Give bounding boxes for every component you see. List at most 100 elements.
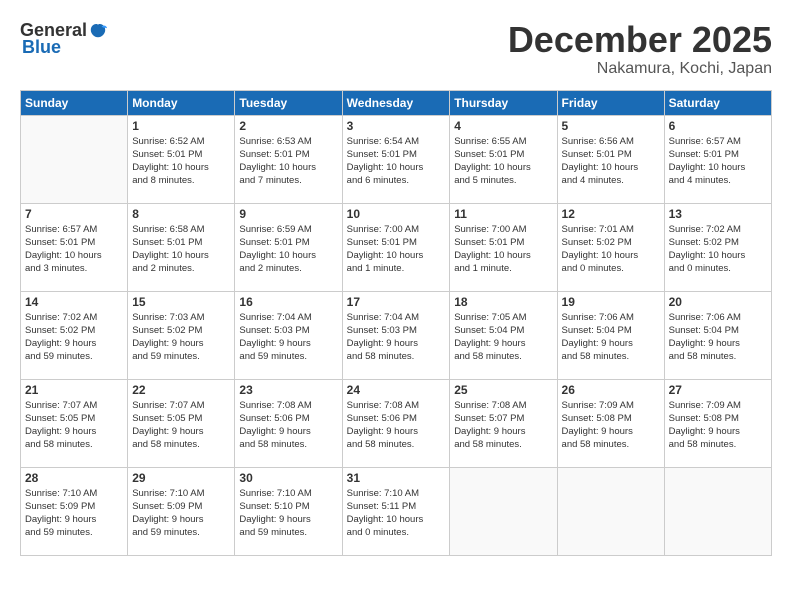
day-number: 5	[562, 119, 660, 133]
day-number: 23	[239, 383, 337, 397]
day-number: 24	[347, 383, 446, 397]
day-info: Sunrise: 6:59 AM Sunset: 5:01 PM Dayligh…	[239, 223, 337, 276]
week-row-3: 21 Sunrise: 7:07 AM Sunset: 5:05 PM Dayli…	[21, 379, 772, 467]
calendar-cell: 22Sunrise: 7:07 AM Sunset: 5:05 PM Dayli…	[128, 379, 235, 467]
day-info: Sunrise: 7:10 AM Sunset: 5:09 PM Dayligh…	[25, 487, 123, 540]
day-header-friday: Friday	[557, 90, 664, 115]
day-number: 14	[25, 295, 123, 309]
day-header-saturday: Saturday	[664, 90, 771, 115]
week-row-4: 28 Sunrise: 7:10 AM Sunset: 5:09 PM Dayli…	[21, 467, 772, 555]
day-info: Sunrise: 7:04 AM Sunset: 5:03 PM Dayligh…	[239, 311, 337, 364]
day-number: 18	[454, 295, 552, 309]
day-info: Sunrise: 7:02 AM Sunset: 5:02 PM Dayligh…	[25, 311, 123, 364]
day-number: 1	[132, 119, 230, 133]
calendar-cell: 20Sunrise: 7:06 AM Sunset: 5:04 PM Dayli…	[664, 291, 771, 379]
calendar-cell	[21, 115, 128, 203]
day-info: Sunrise: 7:07 AM Sunset: 5:05 PM Dayligh…	[25, 399, 123, 452]
day-number: 2	[239, 119, 337, 133]
day-info: Sunrise: 7:08 AM Sunset: 5:06 PM Dayligh…	[347, 399, 446, 452]
calendar-cell: 13Sunrise: 7:02 AM Sunset: 5:02 PM Dayli…	[664, 203, 771, 291]
calendar-cell: 10 Sunrise: 7:00 AM Sunset: 5:01 PM Dayli…	[342, 203, 450, 291]
day-info: Sunrise: 6:57 AM Sunset: 5:01 PM Dayligh…	[25, 223, 123, 276]
day-number: 6	[669, 119, 767, 133]
day-number: 15	[132, 295, 230, 309]
day-number: 20	[669, 295, 767, 309]
day-info: Sunrise: 7:01 AM Sunset: 5:02 PM Dayligh…	[562, 223, 660, 276]
calendar-cell: 6 Sunrise: 6:57 AM Sunset: 5:01 PM Daylig…	[664, 115, 771, 203]
calendar-cell: 31Sunrise: 7:10 AM Sunset: 5:11 PM Dayli…	[342, 467, 450, 555]
day-info: Sunrise: 6:52 AM Sunset: 5:01 PM Dayligh…	[132, 135, 230, 188]
day-number: 4	[454, 119, 552, 133]
day-info: Sunrise: 7:03 AM Sunset: 5:02 PM Dayligh…	[132, 311, 230, 364]
day-info: Sunrise: 7:00 AM Sunset: 5:01 PM Dayligh…	[454, 223, 552, 276]
calendar-cell: 7Sunrise: 6:57 AM Sunset: 5:01 PM Daylig…	[21, 203, 128, 291]
day-number: 30	[239, 471, 337, 485]
day-header-wednesday: Wednesday	[342, 90, 450, 115]
logo-bird-icon	[89, 22, 107, 40]
page: General Blue December 2025 Nakamura, Koc…	[0, 0, 792, 612]
week-row-1: 7Sunrise: 6:57 AM Sunset: 5:01 PM Daylig…	[21, 203, 772, 291]
day-number: 12	[562, 207, 660, 221]
calendar-cell: 12 Sunrise: 7:01 AM Sunset: 5:02 PM Dayli…	[557, 203, 664, 291]
calendar-cell: 17 Sunrise: 7:04 AM Sunset: 5:03 PM Dayli…	[342, 291, 450, 379]
week-row-2: 14 Sunrise: 7:02 AM Sunset: 5:02 PM Dayli…	[21, 291, 772, 379]
day-info: Sunrise: 6:56 AM Sunset: 5:01 PM Dayligh…	[562, 135, 660, 188]
day-header-sunday: Sunday	[21, 90, 128, 115]
day-number: 28	[25, 471, 123, 485]
day-number: 21	[25, 383, 123, 397]
calendar-cell: 25 Sunrise: 7:08 AM Sunset: 5:07 PM Dayli…	[450, 379, 557, 467]
calendar-cell: 21 Sunrise: 7:07 AM Sunset: 5:05 PM Dayli…	[21, 379, 128, 467]
day-header-tuesday: Tuesday	[235, 90, 342, 115]
calendar-cell: 19Sunrise: 7:06 AM Sunset: 5:04 PM Dayli…	[557, 291, 664, 379]
calendar-cell: 15 Sunrise: 7:03 AM Sunset: 5:02 PM Dayli…	[128, 291, 235, 379]
calendar-cell	[557, 467, 664, 555]
day-info: Sunrise: 7:02 AM Sunset: 5:02 PM Dayligh…	[669, 223, 767, 276]
day-number: 17	[347, 295, 446, 309]
day-number: 9	[239, 207, 337, 221]
calendar-cell: 8Sunrise: 6:58 AM Sunset: 5:01 PM Daylig…	[128, 203, 235, 291]
day-number: 16	[239, 295, 337, 309]
day-info: Sunrise: 7:00 AM Sunset: 5:01 PM Dayligh…	[347, 223, 446, 276]
calendar-cell: 11Sunrise: 7:00 AM Sunset: 5:01 PM Dayli…	[450, 203, 557, 291]
calendar-cell: 14 Sunrise: 7:02 AM Sunset: 5:02 PM Dayli…	[21, 291, 128, 379]
day-info: Sunrise: 7:04 AM Sunset: 5:03 PM Dayligh…	[347, 311, 446, 364]
month-title: December 2025	[508, 20, 772, 60]
calendar-cell: 1 Sunrise: 6:52 AM Sunset: 5:01 PM Daylig…	[128, 115, 235, 203]
day-info: Sunrise: 7:10 AM Sunset: 5:09 PM Dayligh…	[132, 487, 230, 540]
calendar-cell: 18 Sunrise: 7:05 AM Sunset: 5:04 PM Dayli…	[450, 291, 557, 379]
day-number: 3	[347, 119, 446, 133]
day-number: 25	[454, 383, 552, 397]
calendar-cell: 26Sunrise: 7:09 AM Sunset: 5:08 PM Dayli…	[557, 379, 664, 467]
day-info: Sunrise: 7:08 AM Sunset: 5:07 PM Dayligh…	[454, 399, 552, 452]
calendar-cell: 5 Sunrise: 6:56 AM Sunset: 5:01 PM Daylig…	[557, 115, 664, 203]
calendar-cell: 16 Sunrise: 7:04 AM Sunset: 5:03 PM Dayli…	[235, 291, 342, 379]
day-info: Sunrise: 6:55 AM Sunset: 5:01 PM Dayligh…	[454, 135, 552, 188]
calendar-cell: 9 Sunrise: 6:59 AM Sunset: 5:01 PM Daylig…	[235, 203, 342, 291]
week-row-0: 1 Sunrise: 6:52 AM Sunset: 5:01 PM Daylig…	[21, 115, 772, 203]
calendar-cell: 2 Sunrise: 6:53 AM Sunset: 5:01 PM Daylig…	[235, 115, 342, 203]
day-info: Sunrise: 7:06 AM Sunset: 5:04 PM Dayligh…	[562, 311, 660, 364]
day-info: Sunrise: 6:53 AM Sunset: 5:01 PM Dayligh…	[239, 135, 337, 188]
calendar-cell: 4 Sunrise: 6:55 AM Sunset: 5:01 PM Daylig…	[450, 115, 557, 203]
day-info: Sunrise: 7:05 AM Sunset: 5:04 PM Dayligh…	[454, 311, 552, 364]
logo: General Blue	[20, 20, 107, 58]
calendar-cell	[450, 467, 557, 555]
calendar-cell	[664, 467, 771, 555]
logo-blue-text: Blue	[20, 37, 61, 58]
day-number: 22	[132, 383, 230, 397]
day-info: Sunrise: 6:57 AM Sunset: 5:01 PM Dayligh…	[669, 135, 767, 188]
calendar: SundayMondayTuesdayWednesdayThursdayFrid…	[20, 90, 772, 556]
calendar-cell: 24 Sunrise: 7:08 AM Sunset: 5:06 PM Dayli…	[342, 379, 450, 467]
day-number: 10	[347, 207, 446, 221]
calendar-cell: 3Sunrise: 6:54 AM Sunset: 5:01 PM Daylig…	[342, 115, 450, 203]
calendar-cell: 27Sunrise: 7:09 AM Sunset: 5:08 PM Dayli…	[664, 379, 771, 467]
day-info: Sunrise: 7:08 AM Sunset: 5:06 PM Dayligh…	[239, 399, 337, 452]
day-number: 26	[562, 383, 660, 397]
location: Nakamura, Kochi, Japan	[508, 60, 772, 78]
day-info: Sunrise: 7:09 AM Sunset: 5:08 PM Dayligh…	[669, 399, 767, 452]
day-header-monday: Monday	[128, 90, 235, 115]
calendar-cell: 23 Sunrise: 7:08 AM Sunset: 5:06 PM Dayli…	[235, 379, 342, 467]
day-number: 29	[132, 471, 230, 485]
calendar-cell: 29 Sunrise: 7:10 AM Sunset: 5:09 PM Dayli…	[128, 467, 235, 555]
day-info: Sunrise: 7:10 AM Sunset: 5:11 PM Dayligh…	[347, 487, 446, 540]
